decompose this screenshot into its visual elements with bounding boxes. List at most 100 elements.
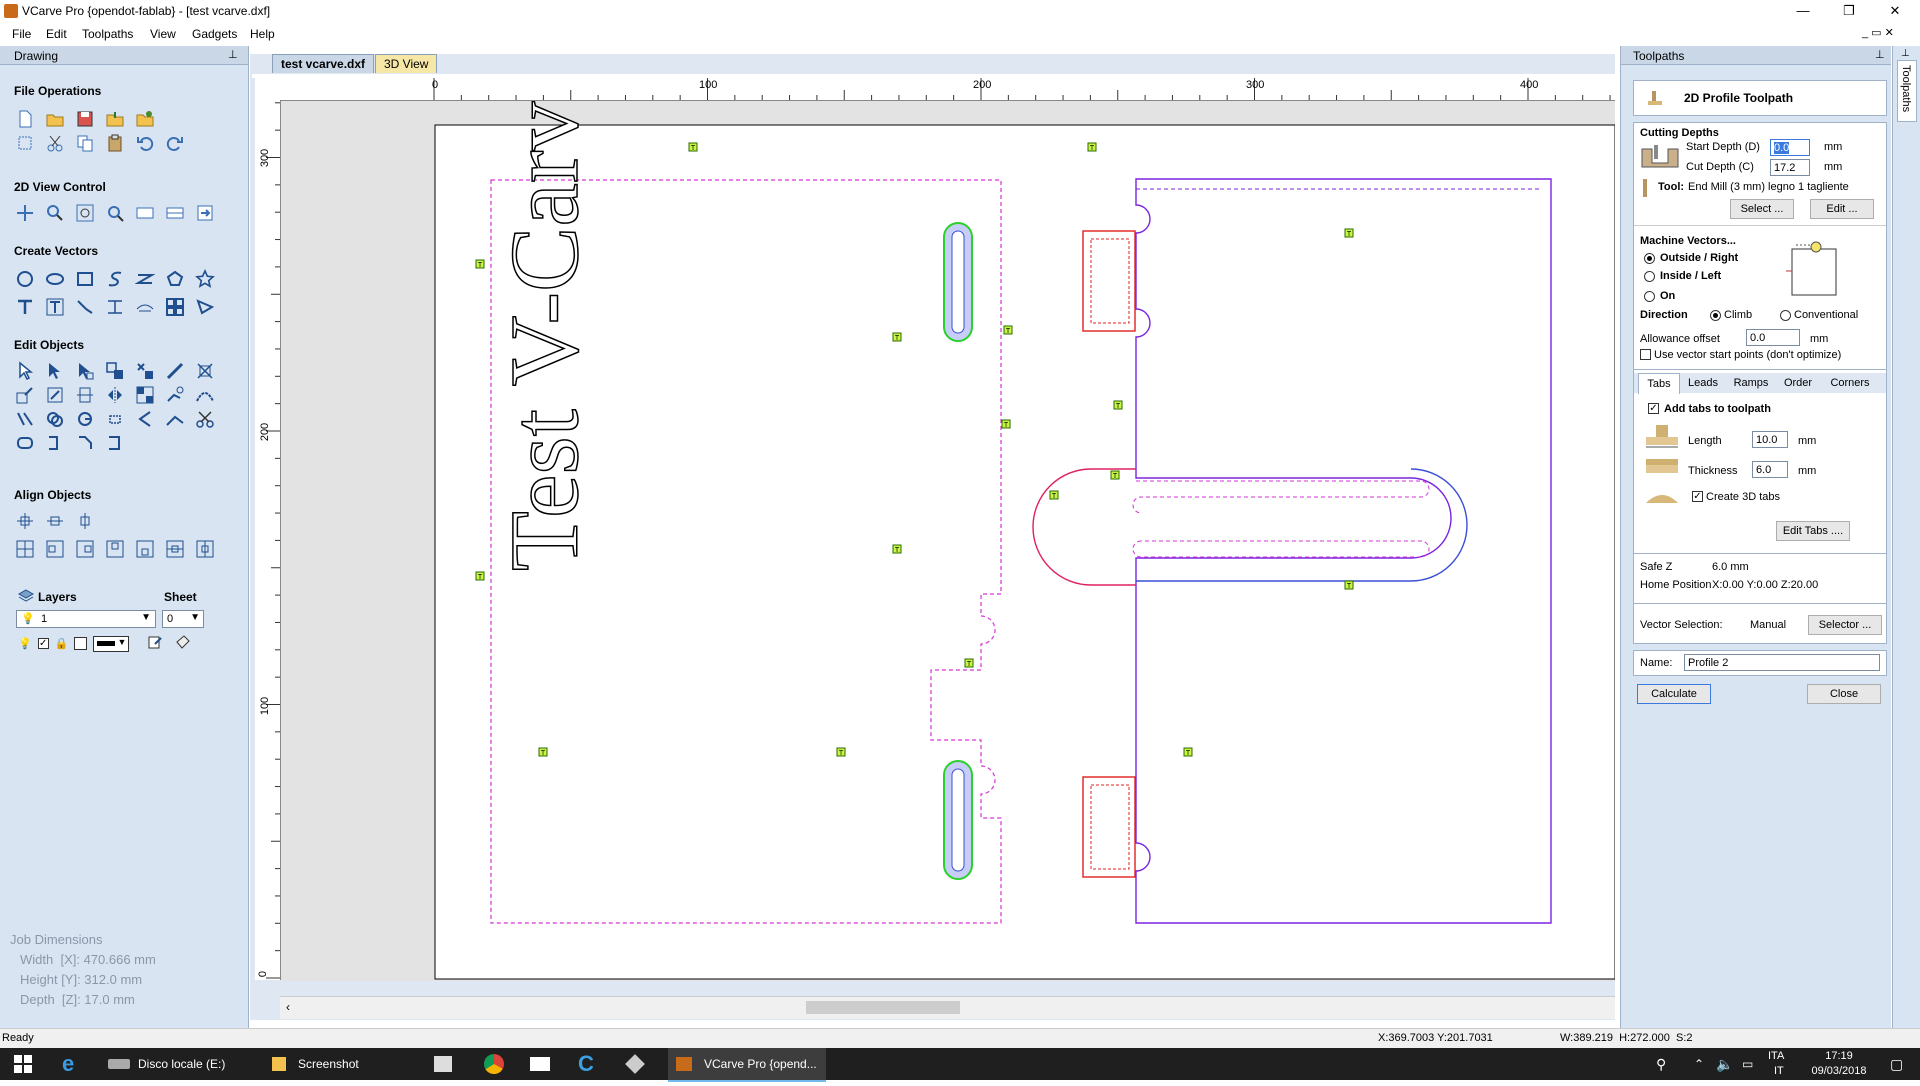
align-left-icon[interactable] [44,538,66,560]
distribute-horizontal-icon[interactable] [164,538,186,560]
tab-marker[interactable]: T [836,747,846,757]
layer-visibility-icon[interactable]: 💡 [18,637,32,650]
tab-order[interactable]: Order [1778,373,1818,393]
align-center-icon[interactable] [14,510,36,532]
fit-view-icon[interactable] [134,202,156,224]
draw-line-icon[interactable] [134,268,156,290]
edge-icon[interactable]: e [62,1048,74,1080]
tab-marker[interactable]: T [475,259,485,269]
polyline-icon[interactable] [104,268,126,290]
join-icon[interactable] [164,384,186,406]
layer-select[interactable]: 💡 1 ▼ [16,610,156,628]
dogbone-icon[interactable] [44,432,66,454]
tab-marker[interactable]: T [892,544,902,554]
pan-icon[interactable] [14,202,36,224]
volume-icon[interactable]: 🔈 [1716,1048,1733,1080]
subtract-icon[interactable] [74,408,96,430]
transform-icon[interactable] [104,360,126,382]
circle-icon[interactable] [14,268,36,290]
scroll-thumb[interactable] [806,1001,960,1014]
pin-icon[interactable]: ⊥ [1875,48,1885,61]
layer-checkbox[interactable]: ✓ [37,638,49,649]
distribute-vertical-icon[interactable] [194,538,216,560]
redo-icon[interactable] [164,132,186,154]
toolpaths-side-tab[interactable]: Toolpaths [1897,60,1917,122]
offset-icon[interactable] [134,408,156,430]
curve-fit-icon[interactable] [194,384,216,406]
extend-icon[interactable] [164,408,186,430]
horizontal-scrollbar[interactable]: ‹ [280,996,1615,1019]
select-tool-button[interactable]: Select ... [1730,199,1794,219]
notifications-icon[interactable]: ▢ [1890,1048,1903,1080]
corner-icon[interactable] [104,432,126,454]
tab-marker[interactable]: T [1049,490,1059,500]
align-vertical-icon[interactable] [74,510,96,532]
chamfer-icon[interactable] [74,432,96,454]
fillet-icon[interactable] [194,296,216,318]
align-bottom-icon[interactable] [134,538,156,560]
pin-icon[interactable]: ⊥ [228,48,238,61]
tab-marker[interactable]: T [1344,580,1354,590]
nest-icon[interactable] [134,384,156,406]
tab-marker[interactable]: T [1110,470,1120,480]
tab-test-vcarve[interactable]: test vcarve.dxf [272,54,375,73]
store-icon[interactable] [434,1048,452,1080]
menu-view[interactable]: View [150,27,176,41]
chrome-icon[interactable] [484,1048,504,1080]
tab-ramps[interactable]: Ramps [1728,373,1774,393]
mdi-window-controls[interactable]: _ ▭ ✕ [1862,26,1894,39]
menu-edit[interactable]: Edit [46,27,67,41]
drawing-canvas[interactable]: Test V-Carve T T T T T T T T T T T T T T T T T [281,101,1615,981]
tab-marker[interactable]: T [475,571,485,581]
edit-tool-button[interactable]: Edit ... [1810,199,1874,219]
menu-toolpaths[interactable]: Toolpaths [82,27,133,41]
edit-layer-icon[interactable] [147,634,163,653]
clock-time[interactable]: 17:19 [1812,1050,1866,1062]
align-horizontal-icon[interactable] [44,510,66,532]
launcher-icon[interactable] [625,1048,645,1080]
import-vectors-icon[interactable] [104,108,126,130]
center-in-material-icon[interactable] [14,538,36,560]
measure-icon[interactable] [164,360,186,382]
layer-color-swatch[interactable] [74,637,88,650]
zoom-icon[interactable] [44,202,66,224]
text-box-icon[interactable] [44,296,66,318]
tray-chevron-icon[interactable]: ⌃ [1694,1048,1704,1080]
copy-icon[interactable] [74,132,96,154]
tab-marker[interactable]: T [892,332,902,342]
windows-start-icon[interactable] [14,1048,32,1080]
center-icon[interactable] [74,384,96,406]
menu-file[interactable]: File [12,27,31,41]
calculate-button[interactable]: Calculate [1637,684,1711,704]
dimension-icon[interactable] [104,296,126,318]
cortana-app-icon[interactable]: C [578,1048,594,1080]
allowance-input[interactable]: 0.0 [1746,329,1800,346]
ellipse-icon[interactable] [44,268,66,290]
tab-marker[interactable]: T [1344,228,1354,238]
tab-3d-view[interactable]: 3D View [375,54,438,73]
language-code[interactable]: ITA [1768,1050,1784,1062]
mirror-icon[interactable] [104,384,126,406]
zoom-box-icon[interactable] [74,202,96,224]
intersect-icon[interactable] [104,408,126,430]
name-input[interactable]: Profile 2 [1684,654,1880,671]
weld-icon[interactable] [44,408,66,430]
paste-icon[interactable] [104,132,126,154]
inside-left-radio[interactable] [1644,271,1655,282]
node-edit-icon[interactable] [44,360,66,382]
interactive-select-icon[interactable] [74,360,96,382]
cut-depth-input[interactable]: 17.2 [1770,159,1810,176]
rectangle-icon[interactable] [74,268,96,290]
scale-icon[interactable] [194,360,216,382]
move-icon[interactable] [14,384,36,406]
rotate-icon[interactable] [44,384,66,406]
create-3d-tabs-checkbox[interactable]: ✓ [1692,491,1703,502]
restore-button[interactable]: ❐ [1826,0,1872,22]
polygon-icon[interactable] [164,268,186,290]
tab-corners[interactable]: Corners [1822,373,1878,393]
menu-help[interactable]: Help [250,27,275,41]
minimize-button[interactable]: — [1780,0,1826,22]
taskbar-vcarve[interactable]: VCarve Pro {opend... [668,1048,826,1082]
tab-marker[interactable]: T [1113,400,1123,410]
outside-right-radio[interactable] [1644,253,1655,264]
